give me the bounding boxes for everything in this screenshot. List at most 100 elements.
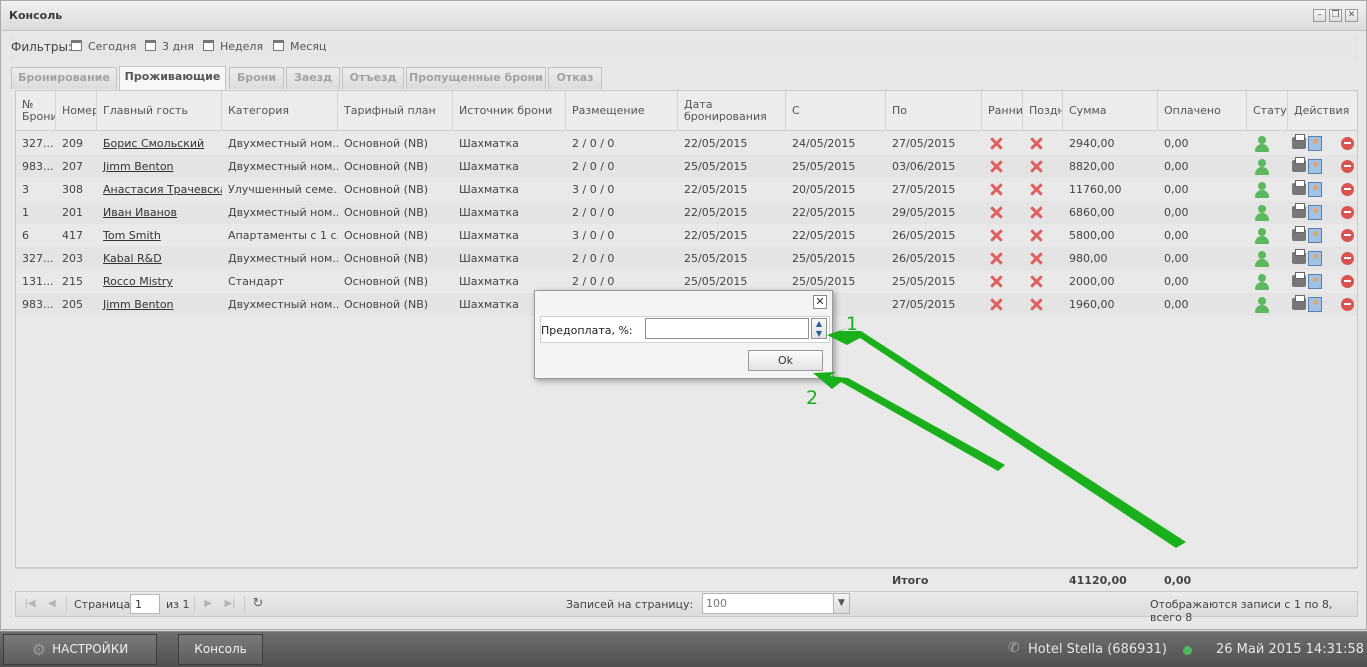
table-row[interactable]: 1 201 Иван Иванов Двухместный ном... Основно…	[16, 201, 1357, 224]
page-number-input[interactable]	[130, 594, 160, 614]
guest-card-icon[interactable]	[1308, 136, 1322, 151]
spin-up-icon[interactable]: ▲	[812, 319, 826, 329]
cell-paid: 0,00	[1164, 206, 1189, 219]
col-to[interactable]: По	[886, 91, 982, 131]
tab-check-out[interactable]: Отъезд	[342, 67, 404, 89]
ok-button[interactable]: Ok	[748, 350, 823, 371]
table-row[interactable]: 327... 203 Kabal R&D Двухместный ном... Осно…	[16, 247, 1357, 270]
filter-month[interactable]: Месяц	[273, 40, 326, 53]
per-page-label: Записей на страницу:	[566, 598, 694, 611]
guest-link[interactable]: Jimm Benton	[103, 298, 174, 311]
minimize-icon[interactable]: –	[1313, 9, 1326, 22]
col-category[interactable]: Категория	[222, 91, 338, 131]
cell-placement: 2 / 0 / 0	[572, 160, 615, 173]
cell-plan: Основной (NB)	[344, 275, 429, 288]
remove-icon[interactable]	[1341, 252, 1354, 265]
filter-today[interactable]: Сегодня	[71, 40, 136, 53]
guest-link[interactable]: Rocco Mistry	[103, 275, 173, 288]
remove-icon[interactable]	[1341, 206, 1354, 219]
remove-icon[interactable]	[1341, 137, 1354, 150]
prepayment-spinner[interactable]: ▲ ▼	[811, 318, 827, 339]
guest-card-icon[interactable]	[1308, 182, 1322, 197]
tab-refusal[interactable]: Отказ	[548, 67, 602, 89]
chevron-down-icon[interactable]: ▼	[833, 594, 849, 613]
guest-card-icon[interactable]	[1308, 228, 1322, 243]
remove-icon[interactable]	[1341, 298, 1354, 311]
dialog-close-icon[interactable]: ✕	[813, 295, 827, 309]
print-icon[interactable]	[1292, 295, 1306, 310]
tab-bookings[interactable]: Бронирование	[11, 67, 117, 89]
guest-link[interactable]: Анастасия Трачевская	[103, 183, 222, 196]
refresh-icon[interactable]: ↻	[252, 597, 264, 610]
guest-link[interactable]: Борис Смольский	[103, 137, 204, 150]
tab-missed-bookings[interactable]: Пропущенные брони	[406, 67, 546, 89]
col-booking-date[interactable]: Дата бронирования	[678, 91, 786, 131]
cell-paid: 0,00	[1164, 298, 1189, 311]
prev-page-icon[interactable]: ◀	[46, 598, 58, 610]
filter-week[interactable]: Неделя	[203, 40, 263, 53]
cell-plan: Основной (NB)	[344, 137, 429, 150]
col-early[interactable]: Ранний	[982, 91, 1023, 131]
cell-placement: 2 / 0 / 0	[572, 206, 615, 219]
close-icon[interactable]: ✕	[1345, 9, 1358, 22]
cell-placement: 2 / 0 / 0	[572, 137, 615, 150]
table-row[interactable]: 3 308 Анастасия Трачевская Улучшенный семе.…	[16, 178, 1357, 201]
remove-icon[interactable]	[1341, 275, 1354, 288]
col-placement[interactable]: Размещение	[566, 91, 678, 131]
remove-icon[interactable]	[1341, 160, 1354, 173]
table-row[interactable]: 983... 207 Jimm Benton Двухместный ном... Ос…	[16, 155, 1357, 178]
spin-down-icon[interactable]: ▼	[812, 329, 826, 339]
guest-card-icon[interactable]	[1308, 159, 1322, 174]
col-from[interactable]: С	[786, 91, 886, 131]
col-status[interactable]: Статус	[1247, 91, 1288, 131]
print-icon[interactable]	[1292, 180, 1306, 195]
guest-card-icon[interactable]	[1308, 205, 1322, 220]
guest-link[interactable]: Kabal R&D	[103, 252, 162, 265]
per-page-select[interactable]: 100 ▼	[702, 593, 850, 614]
tab-check-in[interactable]: Заезд	[286, 67, 340, 89]
cell-booked: 25/05/2015	[684, 160, 748, 173]
col-late[interactable]: Поздний	[1023, 91, 1063, 131]
tab-residents[interactable]: Проживающие	[119, 66, 226, 90]
settings-button[interactable]: ⚙ НАСТРОЙКИ	[3, 634, 157, 665]
print-icon[interactable]	[1292, 157, 1306, 172]
tab-reservations[interactable]: Брони	[229, 67, 284, 89]
table-row[interactable]: 6 417 Tom Smith Апартаменты с 1 с... Основно…	[16, 224, 1357, 247]
guest-link[interactable]: Jimm Benton	[103, 160, 174, 173]
guest-card-icon[interactable]	[1308, 251, 1322, 266]
prepayment-input[interactable]	[645, 318, 809, 339]
print-icon[interactable]	[1292, 203, 1306, 218]
cell-id: 3	[22, 183, 29, 196]
last-page-icon[interactable]: ▶|	[224, 598, 236, 610]
cell-paid: 0,00	[1164, 229, 1189, 242]
console-button[interactable]: Консоль	[178, 634, 263, 665]
col-sum[interactable]: Сумма	[1063, 91, 1158, 131]
remove-icon[interactable]	[1341, 183, 1354, 196]
print-icon[interactable]	[1292, 226, 1306, 241]
table-row[interactable]: 327... 209 Борис Смольский Двухместный ном.…	[16, 132, 1357, 155]
cell-category: Двухместный ном...	[228, 206, 338, 219]
print-icon[interactable]	[1292, 249, 1306, 264]
cell-source: Шахматка	[459, 160, 519, 173]
remove-icon[interactable]	[1341, 229, 1354, 242]
col-actions[interactable]: Действия	[1288, 91, 1359, 131]
print-icon[interactable]	[1292, 134, 1306, 149]
col-rate-plan[interactable]: Тарифный план	[338, 91, 453, 131]
col-booking-no[interactable]: № Брони	[16, 91, 56, 131]
prepayment-label: Предоплата, %:	[541, 324, 633, 337]
cell-room: 207	[62, 160, 83, 173]
col-paid[interactable]: Оплачено	[1158, 91, 1247, 131]
filter-3-days[interactable]: 3 дня	[145, 40, 194, 53]
guest-link[interactable]: Иван Иванов	[103, 206, 177, 219]
guest-link[interactable]: Tom Smith	[103, 229, 161, 242]
col-booking-source[interactable]: Источник брони	[453, 91, 566, 131]
first-page-icon[interactable]: |◀	[24, 598, 36, 610]
next-page-icon[interactable]: ▶	[202, 598, 214, 610]
guest-card-icon[interactable]	[1308, 297, 1322, 312]
print-icon[interactable]	[1292, 272, 1306, 287]
cell-sum: 8820,00	[1069, 160, 1115, 173]
guest-card-icon[interactable]	[1308, 274, 1322, 289]
col-room[interactable]: Номер	[56, 91, 97, 131]
restore-icon[interactable]: ❐	[1329, 9, 1342, 22]
col-main-guest[interactable]: Главный гость	[97, 91, 222, 131]
